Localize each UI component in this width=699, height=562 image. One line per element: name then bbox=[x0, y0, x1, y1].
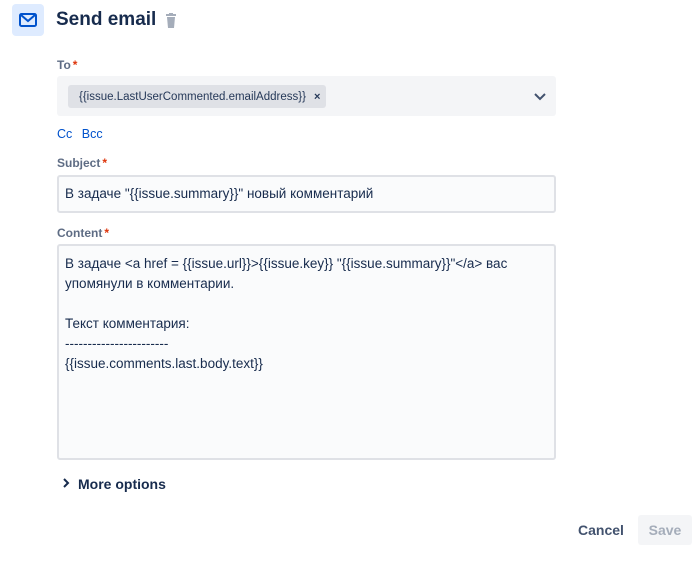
save-button[interactable]: Save bbox=[638, 515, 692, 545]
content-label: Content * bbox=[57, 226, 109, 240]
remove-recipient-icon[interactable]: × bbox=[314, 91, 320, 103]
chevron-down-icon[interactable] bbox=[532, 88, 548, 104]
recipient-chip-label: {{issue.LastUserCommented.emailAddress}} bbox=[79, 90, 306, 103]
subject-label: Subject * bbox=[57, 156, 108, 170]
to-field[interactable]: {{issue.LastUserCommented.emailAddress}}… bbox=[57, 76, 556, 116]
bcc-link[interactable]: Bcc bbox=[82, 127, 103, 141]
cc-bcc-links: Cc Bcc bbox=[57, 127, 109, 141]
more-options-toggle[interactable]: More options bbox=[62, 476, 166, 492]
chevron-right-icon bbox=[62, 477, 70, 491]
mail-icon bbox=[12, 4, 44, 36]
more-options-label: More options bbox=[78, 476, 166, 492]
content-textarea[interactable]: В задаче <a href = {{issue.url}}>{{issue… bbox=[57, 244, 556, 460]
cancel-button[interactable]: Cancel bbox=[570, 515, 632, 545]
subject-input[interactable]: В задаче "{{issue.summary}}" новый комме… bbox=[57, 175, 556, 213]
recipient-chip: {{issue.LastUserCommented.emailAddress}}… bbox=[68, 85, 327, 108]
to-label: To * bbox=[57, 58, 78, 72]
page-title: Send email bbox=[56, 9, 157, 30]
trash-icon[interactable] bbox=[164, 13, 178, 29]
cc-link[interactable]: Cc bbox=[57, 127, 72, 141]
